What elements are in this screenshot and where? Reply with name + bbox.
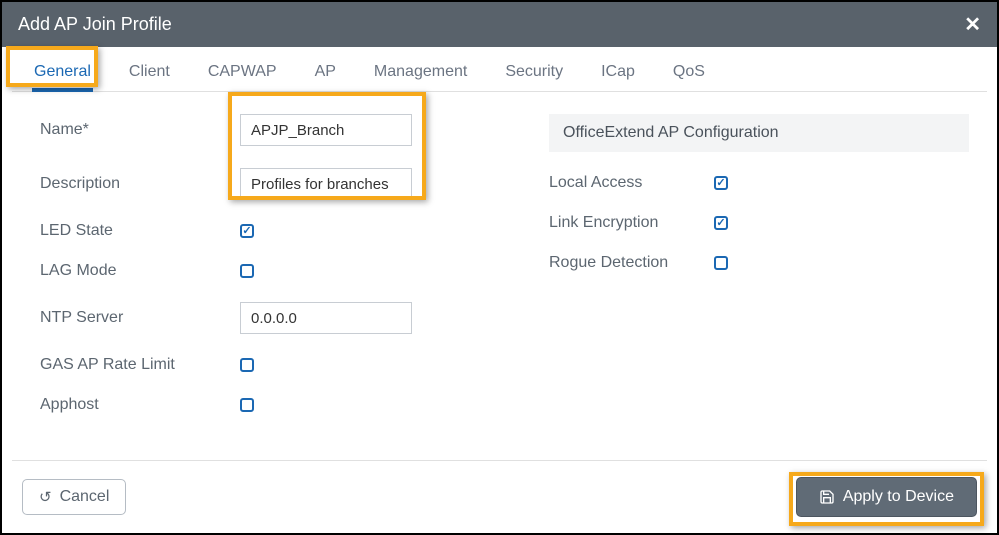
rogue-detection-label: Rogue Detection (549, 254, 714, 272)
lag-mode-checkbox[interactable] (240, 264, 254, 278)
close-icon[interactable]: ✕ (964, 12, 981, 37)
modal-title: Add AP Join Profile (18, 14, 172, 35)
tab-ap[interactable]: AP (313, 57, 338, 91)
tab-capwap[interactable]: CAPWAP (206, 57, 279, 91)
rogue-detection-checkbox[interactable] (714, 256, 728, 270)
description-input[interactable] (240, 168, 412, 200)
modal-titlebar: Add AP Join Profile ✕ (2, 2, 997, 47)
lag-mode-label: LAG Mode (40, 262, 240, 280)
officeextend-section-title: OfficeExtend AP Configuration (549, 114, 969, 152)
name-input[interactable] (240, 114, 412, 146)
link-encryption-label: Link Encryption (549, 214, 714, 232)
tab-client[interactable]: Client (127, 57, 172, 91)
name-label: Name* (40, 121, 240, 139)
local-access-label: Local Access (549, 174, 714, 192)
tab-security[interactable]: Security (503, 57, 565, 91)
right-column: OfficeExtend AP Configuration Local Acce… (549, 114, 969, 450)
ntp-server-input[interactable] (240, 302, 412, 334)
tab-management[interactable]: Management (372, 57, 469, 91)
gas-rate-limit-label: GAS AP Rate Limit (40, 356, 240, 374)
led-state-checkbox[interactable] (240, 224, 254, 238)
link-encryption-checkbox[interactable] (714, 216, 728, 230)
apphost-label: Apphost (40, 396, 240, 414)
tab-qos[interactable]: QoS (671, 57, 707, 91)
modal-footer: ↺ Cancel Apply to Device (2, 461, 997, 533)
apphost-checkbox[interactable] (240, 398, 254, 412)
led-state-label: LED State (40, 222, 240, 240)
description-label: Description (40, 175, 240, 193)
undo-icon: ↺ (39, 488, 52, 506)
left-column: Name* Description LED State LAG Mode NTP… (40, 114, 509, 450)
gas-rate-limit-checkbox[interactable] (240, 358, 254, 372)
save-icon (819, 489, 835, 505)
local-access-checkbox[interactable] (714, 176, 728, 190)
add-ap-join-profile-modal: Add AP Join Profile ✕ General Client CAPWA… (0, 0, 999, 535)
tab-general[interactable]: General (32, 57, 93, 91)
cancel-button[interactable]: ↺ Cancel (22, 479, 126, 515)
tab-bar: General Client CAPWAP AP Management Security I… (12, 47, 987, 92)
ntp-server-label: NTP Server (40, 309, 240, 327)
apply-button-label: Apply to Device (843, 488, 954, 506)
apply-to-device-button[interactable]: Apply to Device (796, 477, 977, 517)
cancel-button-label: Cancel (60, 488, 110, 506)
tab-icap[interactable]: ICap (599, 57, 637, 91)
modal-body: Name* Description LED State LAG Mode NTP… (2, 92, 997, 460)
